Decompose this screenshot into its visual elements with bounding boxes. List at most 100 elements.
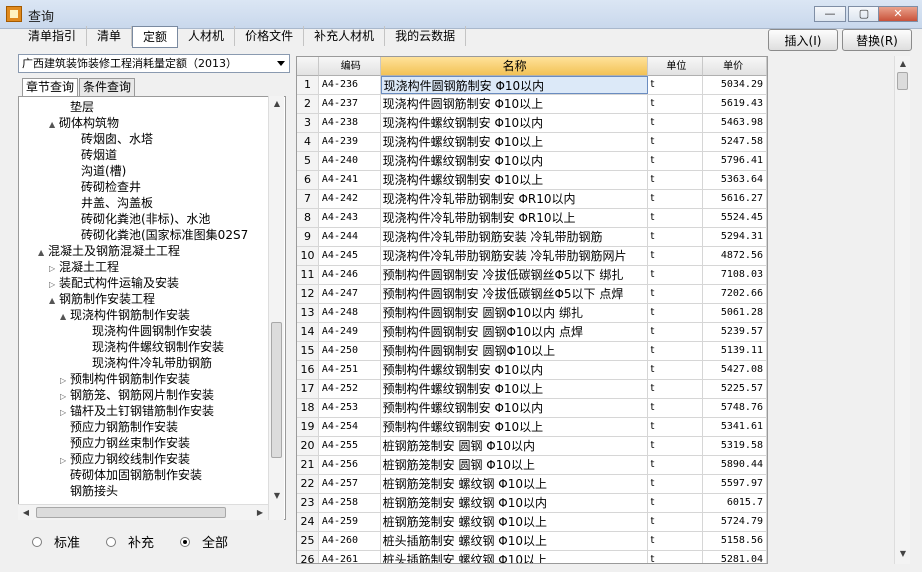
scroll-down-icon[interactable]: ▼ xyxy=(269,488,285,504)
tree-item[interactable]: 现浇构件冷轧带肋钢筋 xyxy=(82,355,212,371)
header-price[interactable]: 单价 xyxy=(703,57,767,76)
table-row[interactable]: 24 A4-259 桩钢筋笼制安 螺纹钢 Φ10以上 t 5724.79 xyxy=(297,513,767,532)
tab-condition-query[interactable]: 条件查询 xyxy=(79,78,136,96)
scroll-up-icon[interactable]: ▲ xyxy=(269,96,285,112)
scroll-up-icon[interactable]: ▲ xyxy=(895,56,911,72)
cell-unit: t xyxy=(648,380,704,398)
table-row[interactable]: 4 A4-239 现浇构件螺纹钢制安 Φ10以上 t 5247.58 xyxy=(297,133,767,152)
tree-item[interactable]: ▷ 预制构件钢筋制作安装 xyxy=(60,371,190,387)
cell-unit: t xyxy=(648,456,704,474)
table-row[interactable]: 23 A4-258 桩钢筋笼制安 螺纹钢 Φ10以内 t 6015.7 xyxy=(297,494,767,513)
tree-item[interactable]: 预应力钢筋制作安装 xyxy=(60,419,178,435)
tree-item[interactable]: ▲ 现浇构件钢筋制作安装 xyxy=(60,307,190,323)
tab-1[interactable]: 清单 xyxy=(87,26,133,46)
maximize-button[interactable]: ▢ xyxy=(848,6,880,22)
tab-0[interactable]: 清单指引 xyxy=(18,26,88,46)
tree-item[interactable]: 现浇构件圆钢制作安装 xyxy=(82,323,212,339)
table-row[interactable]: 8 A4-243 现浇构件冷轧带肋钢制安 ΦR10以上 t 5524.45 xyxy=(297,209,767,228)
tree-item[interactable]: ▷ 锚杆及土钉钢错筋制作安装 xyxy=(60,403,214,419)
table-row[interactable]: 6 A4-241 现浇构件螺纹钢制安 Φ10以上 t 5363.64 xyxy=(297,171,767,190)
replace-button[interactable]: 替换(R) xyxy=(842,29,912,51)
tree-item[interactable]: 井盖、沟盖板 xyxy=(71,195,153,211)
header-code[interactable]: 编码 xyxy=(318,57,381,76)
tree-item[interactable]: ▷ 预应力钢绞线制作安装 xyxy=(60,451,190,467)
tree-item[interactable]: 砖砌体加固钢筋制作安装 xyxy=(60,467,202,483)
tree-vertical-scrollbar[interactable]: ▲ ▼ xyxy=(268,96,284,520)
tree-horizontal-scrollbar[interactable]: ◀ ▶ xyxy=(18,504,268,520)
scroll-left-icon[interactable]: ◀ xyxy=(18,505,34,521)
table-row[interactable]: 14 A4-249 预制构件圆钢制安 圆钢Φ10以内 点焊 t 5239.57 xyxy=(297,323,767,342)
radio-option[interactable]: 补充 xyxy=(106,532,154,551)
cell-name: 现浇构件冷轧带肋钢筋安装 冷轧带肋钢筋 xyxy=(381,228,648,246)
tree-item-label: 混凝土工程 xyxy=(59,260,120,274)
radio-dot-icon[interactable] xyxy=(32,536,42,547)
scroll-right-icon[interactable]: ▶ xyxy=(252,505,268,521)
table-row[interactable]: 11 A4-246 预制构件圆钢制安 冷拔低碳钢丝Φ5以下 绑扎 t 7108.03 xyxy=(297,266,767,285)
tab-chapter-query[interactable]: 章节查询 xyxy=(22,78,79,96)
scroll-thumb[interactable] xyxy=(897,72,908,90)
collapse-icon[interactable]: ▲ xyxy=(38,245,48,261)
table-row[interactable]: 13 A4-248 预制构件圆钢制安 圆钢Φ10以内 绑扎 t 5061.28 xyxy=(297,304,767,323)
row-index: 4 xyxy=(297,133,319,151)
header-name[interactable]: 名称 xyxy=(380,57,648,76)
table-row[interactable]: 3 A4-238 现浇构件螺纹钢制安 Φ10以内 t 5463.98 xyxy=(297,114,767,133)
tab-5[interactable]: 补充人材机 xyxy=(304,26,386,46)
insert-button[interactable]: 插入(I) xyxy=(768,29,838,51)
collapse-icon[interactable]: ▲ xyxy=(60,309,70,325)
tree-item[interactable]: 砖砌检查井 xyxy=(71,179,141,195)
tree-item[interactable]: 预应力钢丝束制作安装 xyxy=(60,435,190,451)
tree-item[interactable]: ▲ 砌体构筑物 xyxy=(49,115,119,131)
tab-6[interactable]: 我的云数据 xyxy=(385,26,467,46)
collapse-icon[interactable]: ▲ xyxy=(49,293,59,309)
scroll-thumb[interactable] xyxy=(271,322,282,458)
close-button[interactable]: ✕ xyxy=(878,6,918,22)
tree-item[interactable]: 砖砌化粪池(国家标准图集02S7 xyxy=(71,227,248,243)
tab-4[interactable]: 价格文件 xyxy=(235,26,305,46)
minimize-button[interactable]: — xyxy=(814,6,846,22)
header-unit[interactable]: 单位 xyxy=(647,57,704,76)
scroll-thumb[interactable] xyxy=(36,507,226,518)
table-vertical-scrollbar[interactable]: ▲ ▼ xyxy=(894,56,910,564)
table-row[interactable]: 18 A4-253 预制构件螺纹钢制安 Φ10以内 t 5748.76 xyxy=(297,399,767,418)
tree-item[interactable]: ▲ 混凝土及钢筋混凝土工程 xyxy=(38,243,180,259)
radio-dot-icon[interactable] xyxy=(106,536,117,547)
tree-item[interactable]: 砖砌化粪池(非标)、水池 xyxy=(71,211,210,227)
tab-3[interactable]: 人材机 xyxy=(178,26,236,46)
tree-item[interactable]: ▷ 装配式构件运输及安装 xyxy=(49,275,179,291)
collapse-icon[interactable]: ▲ xyxy=(49,117,59,133)
table-row[interactable]: 1 A4-236 现浇构件圆钢筋制安 Φ10以内 t 5034.29 xyxy=(297,76,767,95)
radio-option[interactable]: 标准 xyxy=(32,532,80,551)
table-row[interactable]: 19 A4-254 预制构件螺纹钢制安 Φ10以上 t 5341.61 xyxy=(297,418,767,437)
tree-item[interactable]: 砖烟道 xyxy=(71,147,117,163)
table-row[interactable]: 25 A4-260 桩头插筋制安 螺纹钢 Φ10以上 t 5158.56 xyxy=(297,532,767,551)
cell-price: 5463.98 xyxy=(703,114,767,132)
radio-dot-icon[interactable] xyxy=(180,536,191,547)
table-row[interactable]: 7 A4-242 现浇构件冷轧带肋钢制安 ΦR10以内 t 5616.27 xyxy=(297,190,767,209)
tree-item[interactable]: ▲ 钢筋制作安装工程 xyxy=(49,291,155,307)
tree-item[interactable]: 钢筋接头 xyxy=(60,483,118,499)
table-row[interactable]: 5 A4-240 现浇构件螺纹钢制安 Φ10以内 t 5796.41 xyxy=(297,152,767,171)
table-row[interactable]: 21 A4-256 桩钢筋笼制安 圆钢 Φ10以上 t 5890.44 xyxy=(297,456,767,475)
table-row[interactable]: 26 A4-261 桩头插筋制安 螺纹钢 Φ10以上 t 5281.04 xyxy=(297,551,767,563)
table-row[interactable]: 12 A4-247 预制构件圆钢制安 冷拔低碳钢丝Φ5以下 点焊 t 7202.66 xyxy=(297,285,767,304)
tree-item[interactable]: ▷ 钢筋笼、钢筋网片制作安装 xyxy=(60,387,214,403)
radio-option[interactable]: 全部 xyxy=(180,532,228,551)
tree-item[interactable]: 现浇构件螺纹钢制作安装 xyxy=(82,339,224,355)
table-row[interactable]: 10 A4-245 现浇构件冷轧带肋钢筋安装 冷轧带肋钢筋网片 t 4872.56 xyxy=(297,247,767,266)
tree-item[interactable]: ▷ 混凝土工程 xyxy=(49,259,119,275)
cell-name: 现浇构件圆钢筋制安 Φ10以上 xyxy=(381,95,648,113)
table-row[interactable]: 15 A4-250 预制构件圆钢制安 圆钢Φ10以上 t 5139.11 xyxy=(297,342,767,361)
table-row[interactable]: 16 A4-251 预制构件螺纹钢制安 Φ10以内 t 5427.08 xyxy=(297,361,767,380)
tab-2[interactable]: 定额 xyxy=(132,26,179,48)
tree-item[interactable]: 沟道(槽) xyxy=(71,163,126,179)
library-select[interactable]: 广西建筑装饰装修工程消耗量定额（2013） xyxy=(18,54,290,73)
table-row[interactable]: 22 A4-257 桩钢筋笼制安 螺纹钢 Φ10以上 t 5597.97 xyxy=(297,475,767,494)
tree-item[interactable]: 砖烟囱、水塔 xyxy=(71,131,153,147)
tree-item[interactable]: 垫层 xyxy=(60,99,94,115)
table-row[interactable]: 20 A4-255 桩钢筋笼制安 圆钢 Φ10以内 t 5319.58 xyxy=(297,437,767,456)
table-row[interactable]: 2 A4-237 现浇构件圆钢筋制安 Φ10以上 t 5619.43 xyxy=(297,95,767,114)
cell-unit: t xyxy=(648,133,704,151)
table-row[interactable]: 9 A4-244 现浇构件冷轧带肋钢筋安装 冷轧带肋钢筋 t 5294.31 xyxy=(297,228,767,247)
table-row[interactable]: 17 A4-252 预制构件螺纹钢制安 Φ10以上 t 5225.57 xyxy=(297,380,767,399)
scroll-down-icon[interactable]: ▼ xyxy=(895,546,911,562)
